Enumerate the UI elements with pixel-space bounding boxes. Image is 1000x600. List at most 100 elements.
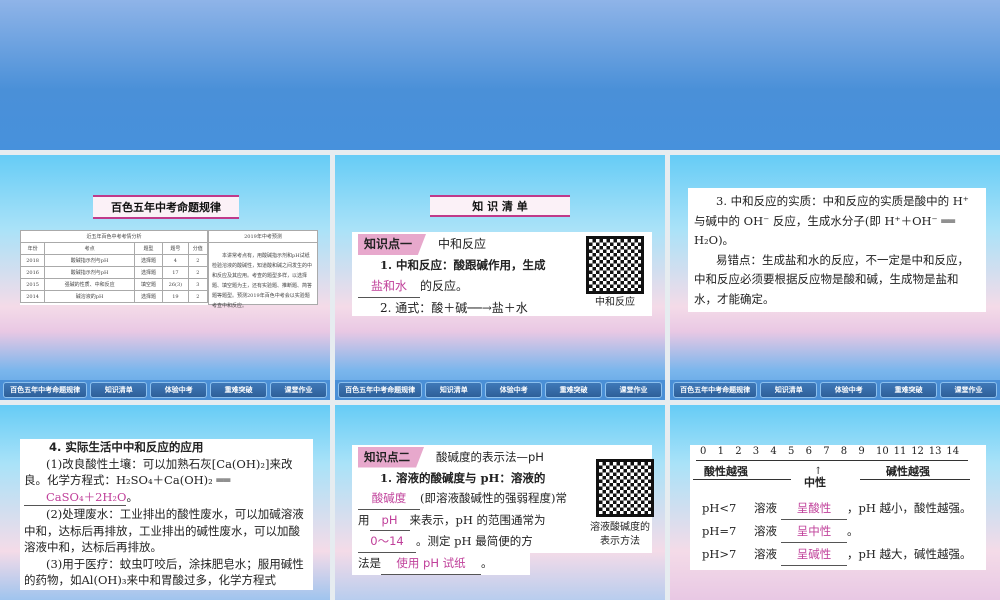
condition: pH<7 <box>702 501 737 515</box>
slide-thumbnail-3[interactable]: 3. 中和反应的实质：中和反应的实质是酸中的 H⁺ 与碱中的 OH⁻ 反应，生成… <box>670 155 1000 400</box>
nav-button[interactable]: 重难突破 <box>880 382 938 398</box>
answer: 呈酸性 <box>781 497 847 520</box>
text: 溶液 <box>754 501 777 515</box>
text: ，pH 越大，碱性越强。 <box>847 547 972 561</box>
slide-banner: 知 识 清 单 <box>430 195 570 217</box>
answer: 使用 pH 试纸 <box>381 553 481 575</box>
column-header: 考点 <box>44 242 135 255</box>
nav-button[interactable]: 体验中考 <box>485 382 543 398</box>
left-arrow-icon <box>693 479 791 480</box>
scale-tick-label: 3 <box>752 446 760 457</box>
nav-button[interactable]: 知识清单 <box>90 382 148 398</box>
table-cell: 2018 <box>19 254 46 267</box>
column-header: 年份 <box>19 242 46 255</box>
nav-button[interactable]: 百色五年中考命题规律 <box>3 382 88 398</box>
nav-button[interactable]: 课堂作业 <box>270 382 327 398</box>
ph-row: pH=7 溶液 呈中性。 <box>702 520 972 543</box>
table-cell: 3 <box>187 278 209 291</box>
answer: 0～14 <box>358 531 416 553</box>
qr-code-icon <box>586 236 644 294</box>
slide-nav: 百色五年中考命题规律 知识清单 体验中考 重难突破 课堂作业 <box>0 380 330 400</box>
slide-banner: 百色五年中考命题规律 <box>93 195 239 219</box>
text: ，pH 越小，酸性越强。 <box>847 501 972 515</box>
condition: pH>7 <box>702 547 737 561</box>
topic: 中和反应 <box>438 237 487 251</box>
nav-button[interactable]: 百色五年中考命题规律 <box>338 382 423 398</box>
nav-button[interactable]: 百色五年中考命题规律 <box>673 382 758 398</box>
text: 。 <box>481 556 493 570</box>
answer: 酸碱度 <box>358 488 420 510</box>
text: 1. 中和反应：酸跟碱作用，生成 <box>380 258 546 272</box>
text: 溶液 <box>754 547 777 561</box>
answer: pH <box>369 510 410 531</box>
answer: 呈碱性 <box>781 543 847 566</box>
qr-caption: 溶液酸碱度的表示方法 <box>590 522 650 547</box>
text: 。 <box>126 489 138 504</box>
topic: 酸碱度的表示法—pH <box>436 450 544 464</box>
slide-nav: 百色五年中考命题规律 知识清单 体验中考 重难突破 课堂作业 <box>670 380 1000 400</box>
slide-thumbnail-4[interactable]: 4. 实际生活中中和反应的应用 (1)改良酸性土壤：可以加熟石灰[Ca(OH)₂… <box>0 405 330 600</box>
qr-code-icon <box>596 459 654 517</box>
text: 。测定 pH 最简便的方 <box>416 534 533 548</box>
text: (1)改良酸性土壤：可以加熟石灰[Ca(OH)₂]来改良。化学方程式：H₂SO₄… <box>24 456 293 488</box>
table-row: 2015 强碱的性质、中和反应 填空题 26(3) 3 <box>19 278 209 291</box>
table-cell: 19 <box>162 290 189 303</box>
nav-button[interactable]: 课堂作业 <box>605 382 662 398</box>
slide-thumbnail-6[interactable]: 0 1 2 3 4 5 6 7 8 9 10 11 12 13 14 酸性越强 ↑ 中性 碱性越强 pH<7… <box>670 405 1000 600</box>
nav-button[interactable]: 重难突破 <box>210 382 268 398</box>
prediction-title: 2019年中考预测 <box>209 231 317 243</box>
top-banner <box>0 0 1000 150</box>
table-cell: 选择题 <box>133 254 164 267</box>
nav-button[interactable]: 知识清单 <box>760 382 818 398</box>
scale-tick-label: 1 <box>717 446 724 457</box>
scale-tick-label: 6 <box>805 446 812 457</box>
nav-button[interactable]: 知识清单 <box>425 382 483 398</box>
scale-tick-label: 8 <box>840 446 848 457</box>
neutral-label: 中性 <box>804 476 826 489</box>
text: (3)用于医疗：蚊虫叮咬后，涂抹肥皂水；服用碱性的药物，如Al(OH)₃来中和胃… <box>24 556 304 588</box>
text: 1. 溶液的酸碱度与 pH：溶液的 <box>380 470 546 485</box>
qr-caption: 中和反应 <box>595 297 635 308</box>
text: 易错点：生成盐和水的反应，不一定是中和反应，中和反应必须要根据反应物是酸和碱，生… <box>694 252 969 306</box>
column-header: 分值 <box>187 242 209 255</box>
table-cell: 4 <box>162 254 189 267</box>
slide-thumbnail-1[interactable]: 百色五年中考命题规律 近五年百色中考考情分析 年份 考点 题型 题号 分值 2018 酸碱… <box>0 155 330 400</box>
text: 3. 中和反应的实质：中和反应的实质是酸中的 H⁺ 与碱中的 OH⁻ 反应，生成… <box>694 194 969 247</box>
knowledge-tag: 知识点一 <box>358 234 427 255</box>
table-row: 2014 碱溶液的pH 选择题 19 2 <box>19 290 209 303</box>
text: (2)处理废水：工业排出的酸性废水，可以加碱溶液中和，达标后再排放，工业排出的碱… <box>24 507 304 554</box>
table-cell: 酸碱指示剂与pH <box>44 254 135 267</box>
section-title: 4. 实际生活中中和反应的应用 <box>49 440 204 454</box>
text: 。 <box>847 524 859 538</box>
table-cell: 碱溶液的pH <box>44 290 135 303</box>
scale-tick-label: 4 <box>770 446 777 457</box>
scale-tick-label: 9 <box>858 446 865 457</box>
nav-button[interactable]: 体验中考 <box>150 382 208 398</box>
table-title: 近五年百色中考考情分析 <box>20 230 208 243</box>
table-cell: 17 <box>162 266 189 279</box>
nav-button[interactable]: 重难突破 <box>545 382 603 398</box>
table-cell: 填空题 <box>133 278 164 291</box>
answer: 呈中性 <box>781 520 847 543</box>
text: 2. 通式：酸＋碱──→盐＋水 <box>380 301 528 315</box>
scale-tick-label: 7 <box>823 446 830 457</box>
scale-tick-label: 13 <box>928 446 942 457</box>
text: 法是 <box>358 556 381 570</box>
table-cell: 2 <box>187 254 209 267</box>
ph-row: pH<7 溶液 呈酸性 ，pH 越小，酸性越强。 <box>702 497 972 520</box>
slide-thumbnail-2[interactable]: 知 识 清 单 知识点一 中和反应 1. 中和反应：酸跟碱作用，生成 盐和水 的反应… <box>335 155 665 400</box>
table-row: 2018 酸碱指示剂与pH 选择题 4 2 <box>19 254 209 267</box>
ph-row: pH>7 溶液 呈碱性 ，pH 越大，碱性越强。 <box>702 543 972 566</box>
ph-scale: 0 1 2 3 4 5 6 7 8 9 10 11 12 13 14 <box>696 445 968 461</box>
table-cell: 2015 <box>19 278 46 291</box>
table-cell: 强碱的性质、中和反应 <box>44 278 135 291</box>
slide-nav: 百色五年中考命题规律 知识清单 体验中考 重难突破 课堂作业 <box>335 380 665 400</box>
slide-thumbnail-5[interactable]: 知识点二 酸碱度的表示法—pH 1. 溶液的酸碱度与 pH：溶液的酸碱度 (即溶液酸… <box>335 405 665 600</box>
exam-table: 近五年百色中考考情分析 年份 考点 题型 题号 分值 2018 酸碱指示剂与pH 选择题 4 2… <box>19 230 318 309</box>
nav-button[interactable]: 课堂作业 <box>940 382 997 398</box>
scale-tick-label: 12 <box>911 446 924 457</box>
right-arrow-icon <box>860 479 970 480</box>
scale-tick-label: 10 <box>876 446 889 457</box>
nav-button[interactable]: 体验中考 <box>820 382 878 398</box>
column-header: 题型 <box>133 242 164 255</box>
